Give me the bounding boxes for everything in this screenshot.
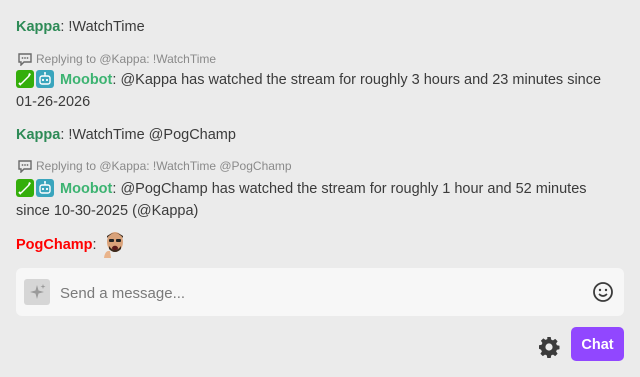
chat-username[interactable]: PogChamp — [16, 237, 93, 253]
colon-separator: : — [112, 181, 117, 197]
bot-badge-icon[interactable] — [36, 179, 54, 197]
reply-text: Replying to @Kappa: !WatchTime — [36, 52, 217, 66]
chat-message: Moobot: @PogChamp has watched the stream… — [16, 178, 624, 222]
reply-header[interactable]: Replying to @Kappa: !WatchTime @PogChamp — [18, 159, 292, 173]
chat-username[interactable]: Kappa — [16, 19, 60, 35]
colon-separator: : — [92, 237, 97, 253]
colon-separator: : — [60, 127, 65, 143]
chat-username[interactable]: Moobot — [60, 72, 112, 88]
chat-message: Kappa: !WatchTime @PogChamp — [16, 124, 624, 146]
chat-message: PogChamp: — [16, 230, 624, 258]
chat-input-box[interactable] — [16, 268, 624, 316]
sparkle-icon[interactable] — [24, 279, 50, 305]
chat-message: Kappa: !WatchTime — [16, 16, 624, 38]
chat-message-text: !WatchTime — [68, 19, 145, 35]
emoji-icon[interactable] — [592, 281, 614, 303]
moderator-badge-icon[interactable] — [16, 179, 34, 197]
pogchamp-emote[interactable] — [101, 230, 129, 258]
chat-message: Moobot: @Kappa has watched the stream fo… — [16, 69, 624, 113]
bot-badge-icon[interactable] — [36, 70, 54, 88]
colon-separator: : — [60, 19, 65, 35]
chat-username[interactable]: Kappa — [16, 127, 60, 143]
moderator-badge-icon[interactable] — [16, 70, 34, 88]
reply-icon — [18, 52, 32, 66]
chat-message-text: !WatchTime @PogChamp — [68, 127, 236, 143]
gear-icon[interactable] — [537, 335, 561, 359]
reply-text: Replying to @Kappa: !WatchTime @PogChamp — [36, 159, 292, 173]
colon-separator: : — [112, 72, 117, 88]
chat-send-button[interactable]: Chat — [571, 327, 624, 361]
message-input[interactable] — [58, 280, 582, 306]
chat-username[interactable]: Moobot — [60, 181, 112, 197]
reply-icon — [18, 159, 32, 173]
reply-header[interactable]: Replying to @Kappa: !WatchTime — [18, 52, 216, 66]
